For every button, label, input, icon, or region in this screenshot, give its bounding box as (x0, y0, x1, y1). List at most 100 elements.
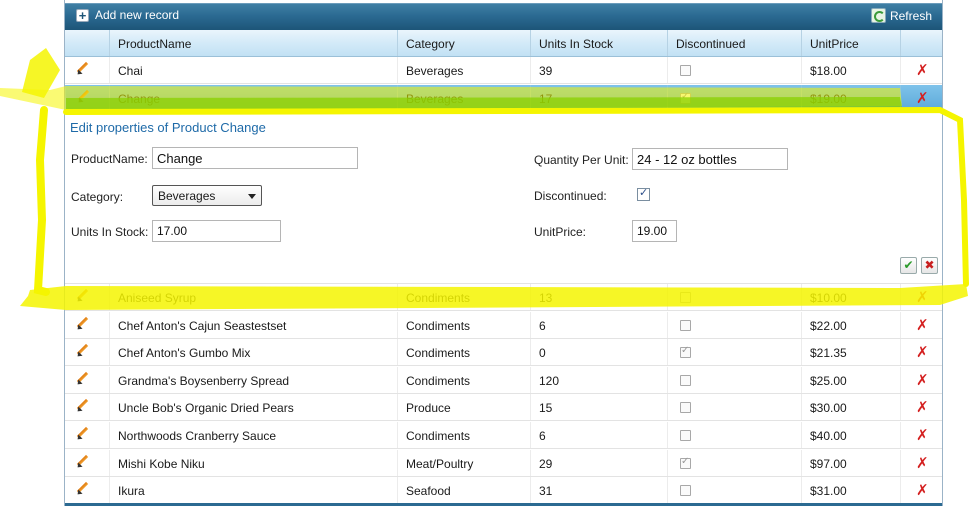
discontinued-cell (667, 449, 801, 476)
update-button[interactable]: ✔ (900, 257, 917, 274)
units-in-stock-cell: 6 (530, 311, 667, 338)
pencil-icon[interactable] (75, 399, 89, 413)
table-row[interactable]: Mishi Kobe NikuMeat/Poultry29 $97.00 ✗ (65, 449, 942, 477)
pencil-icon[interactable] (75, 344, 89, 358)
unitprice-cell: $22.00 (801, 311, 900, 338)
pencil-icon[interactable] (76, 90, 90, 104)
edit-cell (65, 450, 109, 476)
category-dropdown[interactable]: Beverages (152, 185, 262, 206)
table-row[interactable]: ChangeBeverages17 $19.00 ✗ (65, 84, 942, 112)
units-in-stock-cell: 29 (530, 449, 667, 476)
discontinued-checkbox (680, 292, 691, 303)
quantity-per-unit-label: Quantity Per Unit: (534, 153, 629, 167)
delete-icon[interactable]: ✗ (916, 371, 929, 389)
delete-icon[interactable]: ✗ (916, 481, 929, 499)
delete-icon[interactable]: ✗ (916, 89, 929, 107)
units-in-stock-input[interactable] (152, 220, 281, 242)
discontinued-checkbox (680, 374, 691, 386)
discontinued-cell (667, 477, 801, 504)
discontinued-cell (667, 57, 801, 83)
delete-cell: ✗ (900, 84, 942, 111)
header-productname[interactable]: ProductName (109, 30, 397, 56)
category-cell: Seafood (397, 477, 530, 504)
productname-input[interactable] (152, 147, 358, 169)
delete-icon[interactable]: ✗ (916, 61, 929, 79)
units-in-stock-cell: 120 (530, 366, 667, 393)
pencil-icon[interactable] (75, 289, 89, 303)
discontinued-checkbox (680, 456, 691, 469)
pencil-icon[interactable] (75, 317, 89, 331)
products-grid: + Add new record Refresh ProductName Cat… (64, 0, 943, 506)
header-category[interactable]: Category (397, 30, 530, 56)
units-in-stock-cell: 6 (530, 422, 667, 448)
unitprice-cell: $40.00 (801, 422, 900, 448)
delete-cell: ✗ (900, 422, 942, 448)
table-row[interactable]: Chef Anton's Cajun Seastestset Condiments… (65, 311, 942, 339)
discontinued-cell (667, 311, 801, 338)
refresh-label: Refresh (889, 8, 932, 23)
discontinued-checkbox[interactable] (637, 186, 650, 201)
category-cell: Condiments (397, 339, 530, 366)
unitprice-cell: $25.00 (801, 366, 900, 393)
add-new-record-button[interactable]: + Add new record (76, 8, 179, 22)
edit-cell (65, 422, 109, 448)
table-row[interactable]: Aniseed Syrup Condiments 13 $10.00 ✗ (65, 284, 942, 311)
unitprice-input[interactable] (632, 220, 677, 242)
units-in-stock-cell: 15 (530, 394, 667, 421)
delete-icon[interactable]: ✗ (916, 454, 929, 472)
header-unitprice[interactable]: UnitPrice (801, 30, 900, 56)
discontinued-cell (667, 84, 801, 111)
cancel-button[interactable]: ✖ (921, 257, 938, 274)
productname-cell: Grandma's Boysenberry Spread (109, 366, 397, 393)
table-row[interactable]: Grandma's Boysenberry Spread Condiments 12… (65, 366, 942, 394)
edit-cell (65, 57, 109, 83)
table-row[interactable]: Chai Beverages 39 $18.00 ✗ (65, 57, 942, 84)
unitprice-cell: $31.00 (801, 477, 900, 504)
pencil-icon[interactable] (75, 372, 89, 386)
discontinued-cell (667, 366, 801, 393)
delete-icon[interactable]: ✗ (916, 343, 929, 361)
pencil-icon[interactable] (75, 427, 89, 441)
delete-icon[interactable]: ✗ (916, 288, 929, 306)
discontinued-cell (667, 339, 801, 366)
delete-icon[interactable]: ✗ (916, 316, 929, 334)
productname-label: ProductName: (71, 152, 148, 166)
category-cell: Beverages (397, 57, 530, 83)
table-row[interactable]: Chef Anton's Gumbo MixCondiments0 $21.35 ✗ (65, 339, 942, 367)
edit-cell (65, 312, 109, 338)
units-in-stock-cell: 39 (530, 57, 667, 83)
pencil-icon[interactable] (75, 62, 89, 76)
table-row[interactable]: Uncle Bob's Organic Dried Pears Produce 15… (65, 394, 942, 422)
discontinued-checkbox (680, 345, 691, 359)
category-cell: Meat/Poultry (397, 449, 530, 476)
discontinued-checkbox (680, 319, 691, 331)
grid-header: ProductName Category Units In Stock Disc… (65, 30, 942, 57)
pencil-icon[interactable] (75, 455, 89, 469)
refresh-button[interactable]: Refresh (870, 8, 932, 23)
productname-cell: Uncle Bob's Organic Dried Pears (109, 394, 397, 421)
productname-cell: Aniseed Syrup (109, 284, 397, 310)
table-row[interactable]: Northwoods Cranberry Sauce Condiments 6 $40… (65, 422, 942, 449)
delete-icon[interactable]: ✗ (916, 398, 929, 416)
unitprice-label: UnitPrice: (534, 225, 587, 239)
productname-cell: Change (109, 84, 397, 111)
delete-icon[interactable]: ✗ (916, 426, 929, 444)
category-dropdown-value: Beverages (158, 189, 216, 203)
category-label: Category: (71, 190, 124, 204)
table-row[interactable]: Ikura Seafood 31 $31.00 ✗ (65, 477, 942, 505)
header-discontinued[interactable]: Discontinued (667, 30, 801, 56)
category-cell: Produce (397, 394, 530, 421)
quantity-per-unit-input[interactable] (632, 148, 788, 170)
discontinued-checkbox (680, 65, 691, 76)
edit-form-title: Edit properties of Product Change (70, 120, 266, 135)
units-in-stock-cell: 0 (530, 339, 667, 366)
edit-cell (65, 394, 109, 420)
discontinued-cell (667, 422, 801, 448)
command-bar: + Add new record Refresh (65, 3, 942, 30)
edit-cell (65, 477, 109, 503)
productname-cell: Mishi Kobe Niku (109, 449, 397, 476)
refresh-icon (870, 8, 886, 23)
add-new-record-label: Add new record (95, 8, 180, 22)
header-units-in-stock[interactable]: Units In Stock (530, 30, 667, 56)
pencil-icon[interactable] (75, 482, 89, 496)
